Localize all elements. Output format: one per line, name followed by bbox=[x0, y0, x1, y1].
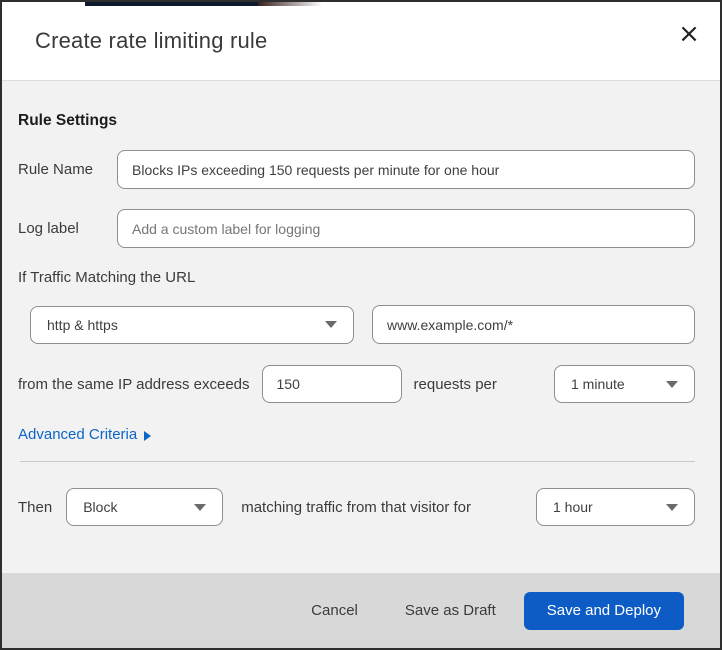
action-middle-text: matching traffic from that visitor for bbox=[241, 498, 472, 516]
then-label: Then bbox=[18, 498, 53, 516]
traffic-matching-heading: If Traffic Matching the URL bbox=[18, 269, 196, 286]
threshold-row: from the same IP address exceeds request… bbox=[18, 365, 695, 403]
chevron-down-icon bbox=[666, 380, 678, 388]
save-as-draft-button[interactable]: Save as Draft bbox=[403, 594, 498, 627]
rule-name-label: Rule Name bbox=[18, 161, 94, 178]
background-app-strip-fade bbox=[258, 2, 322, 6]
rule-name-input[interactable] bbox=[117, 150, 695, 189]
action-select-value: Block bbox=[83, 499, 118, 515]
log-label-input[interactable] bbox=[117, 209, 695, 248]
chevron-down-icon bbox=[194, 503, 207, 511]
advanced-criteria-link[interactable]: Advanced Criteria bbox=[18, 425, 152, 444]
dialog-header: Create rate limiting rule × bbox=[2, 2, 720, 81]
section-divider bbox=[20, 461, 695, 462]
period-select-value: 1 minute bbox=[571, 376, 625, 392]
requests-per-text: requests per bbox=[413, 375, 497, 393]
chevron-down-icon bbox=[325, 321, 337, 328]
period-select[interactable]: 1 minute bbox=[554, 365, 695, 403]
scheme-select[interactable]: http & https bbox=[30, 305, 354, 344]
save-and-deploy-button[interactable]: Save and Deploy bbox=[523, 591, 684, 630]
threshold-prefix-text: from the same IP address exceeds bbox=[18, 375, 250, 393]
cancel-button[interactable]: Cancel bbox=[309, 594, 360, 627]
log-label-row: Log label bbox=[18, 209, 695, 248]
rule-settings-heading: Rule Settings bbox=[18, 112, 118, 129]
request-count-input[interactable] bbox=[261, 365, 402, 403]
advanced-criteria-label: Advanced Criteria bbox=[18, 426, 138, 443]
dialog-body: Rule Settings Rule Name Log label If Tra… bbox=[2, 81, 720, 573]
dialog-footer: Cancel Save as Draft Save and Deploy bbox=[2, 573, 720, 648]
action-row: Then Block matching traffic from that vi… bbox=[18, 488, 695, 526]
log-label-label: Log label bbox=[18, 220, 79, 237]
url-match-row: http & https bbox=[18, 305, 695, 344]
duration-select[interactable]: 1 hour bbox=[536, 488, 695, 526]
close-icon[interactable]: × bbox=[673, 18, 705, 50]
chevron-down-icon bbox=[666, 503, 678, 511]
create-rate-limiting-rule-dialog: Create rate limiting rule × Rule Setting… bbox=[0, 0, 722, 650]
triangle-right-icon bbox=[144, 430, 152, 441]
scheme-select-value: http & https bbox=[47, 316, 118, 333]
url-pattern-input[interactable] bbox=[372, 305, 695, 344]
action-select[interactable]: Block bbox=[66, 488, 224, 526]
duration-select-value: 1 hour bbox=[553, 499, 593, 515]
background-app-strip bbox=[85, 2, 258, 6]
rule-name-row: Rule Name bbox=[18, 150, 695, 189]
dialog-title: Create rate limiting rule bbox=[35, 28, 268, 53]
